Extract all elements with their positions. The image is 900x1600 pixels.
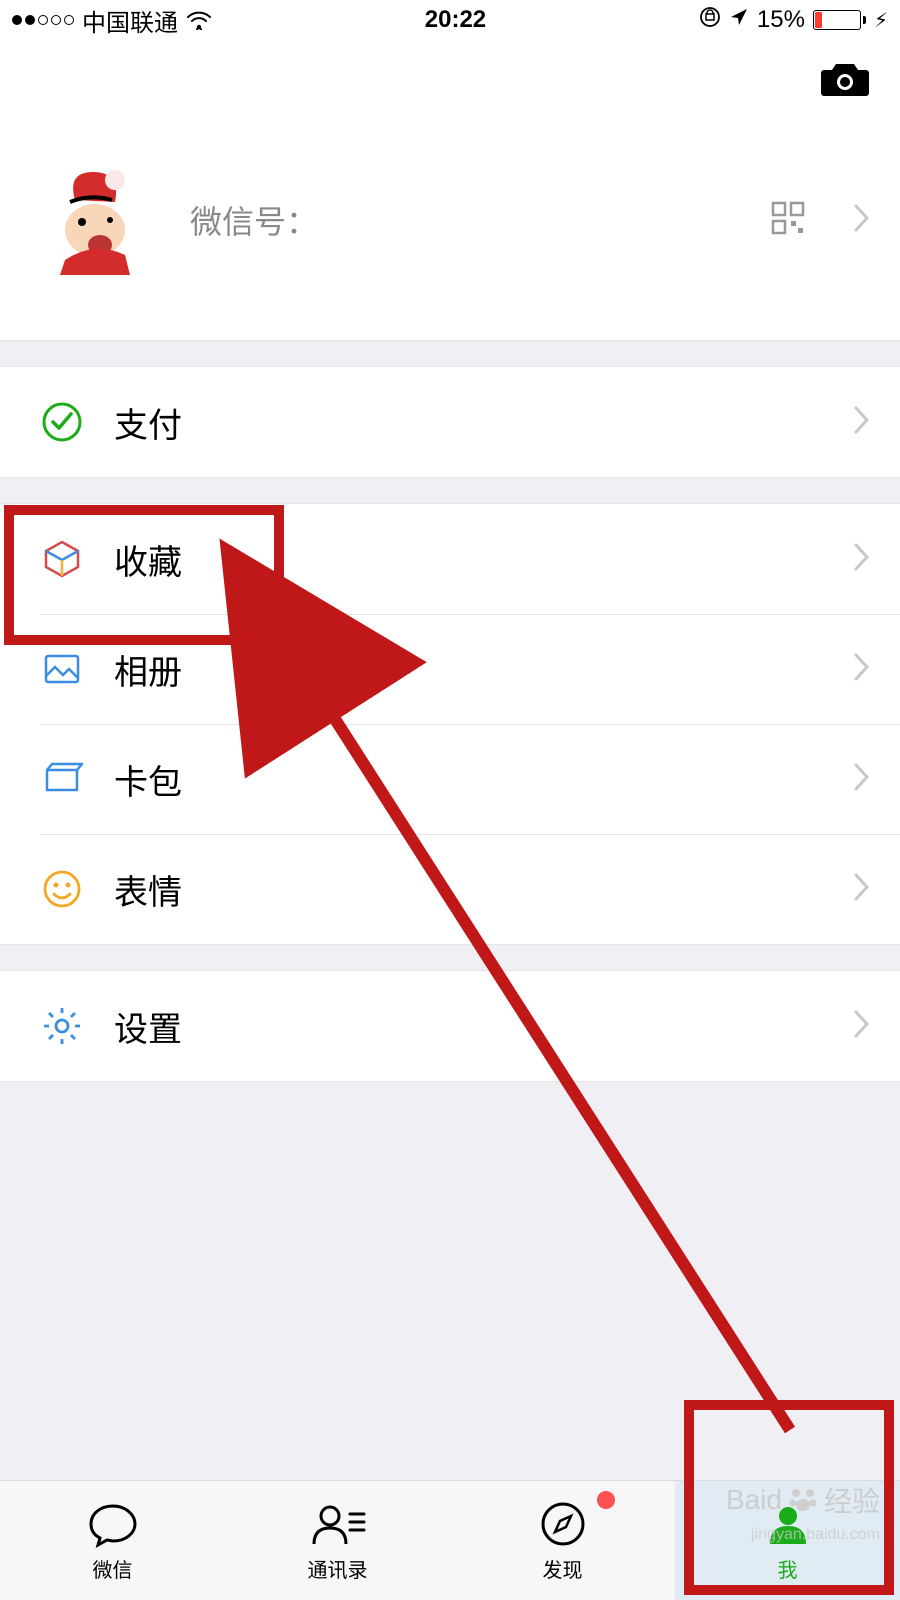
chevron-right-icon xyxy=(852,762,870,797)
contacts-icon xyxy=(310,1498,366,1550)
tab-bar: 微信 通讯录 发现 我 xyxy=(0,1480,900,1600)
pay-icon xyxy=(40,400,84,444)
carrier-label: 中国联通 xyxy=(82,3,178,38)
chevron-right-icon xyxy=(852,203,870,238)
wifi-icon xyxy=(186,10,212,30)
row-cards[interactable]: 卡包 xyxy=(0,724,900,834)
compass-icon xyxy=(538,1498,588,1550)
row-album-label: 相册 xyxy=(114,645,822,694)
camera-icon[interactable] xyxy=(820,58,870,103)
row-album[interactable]: 相册 xyxy=(0,614,900,724)
row-favorites[interactable]: 收藏 xyxy=(0,504,900,614)
qr-code-icon[interactable] xyxy=(770,200,806,241)
wechat-id-label: 微信号： xyxy=(190,197,740,243)
row-favorites-label: 收藏 xyxy=(114,535,822,584)
orientation-lock-icon xyxy=(699,6,721,35)
chat-icon xyxy=(87,1498,139,1550)
battery-icon xyxy=(813,10,866,30)
gear-icon xyxy=(40,1004,84,1048)
chevron-right-icon xyxy=(852,542,870,577)
chevron-right-icon xyxy=(852,405,870,440)
tab-me-label: 我 xyxy=(778,1554,798,1583)
charging-icon: ⚡︎ xyxy=(874,8,888,33)
stickers-icon xyxy=(40,867,84,911)
section-pay: 支付 xyxy=(0,366,900,478)
tab-wechat-label: 微信 xyxy=(93,1554,133,1583)
row-stickers[interactable]: 表情 xyxy=(0,834,900,944)
chevron-right-icon xyxy=(852,652,870,687)
avatar xyxy=(40,160,160,280)
section-collection: 收藏 相册 卡包 xyxy=(0,503,900,945)
row-settings[interactable]: 设置 xyxy=(0,971,900,1081)
row-stickers-label: 表情 xyxy=(114,865,822,914)
tab-contacts[interactable]: 通讯录 xyxy=(225,1481,450,1600)
tab-me[interactable]: 我 xyxy=(675,1481,900,1600)
row-pay[interactable]: 支付 xyxy=(0,367,900,477)
chevron-right-icon xyxy=(852,872,870,907)
profile-info: 微信号： xyxy=(190,197,740,243)
tab-discover-label: 发现 xyxy=(543,1554,583,1583)
person-icon xyxy=(764,1498,812,1550)
row-cards-label: 卡包 xyxy=(114,755,822,804)
section-settings: 设置 xyxy=(0,970,900,1082)
album-icon xyxy=(40,647,84,691)
status-time: 20:22 xyxy=(425,6,486,34)
signal-icon xyxy=(12,15,74,25)
tab-discover[interactable]: 发现 xyxy=(450,1481,675,1600)
tab-wechat[interactable]: 微信 xyxy=(0,1481,225,1600)
status-bar: 中国联通 20:22 15% ⚡︎ xyxy=(0,0,900,40)
location-icon xyxy=(729,6,749,34)
notification-badge xyxy=(597,1491,615,1509)
battery-percent: 15% xyxy=(757,6,805,34)
cards-icon xyxy=(40,757,84,801)
row-pay-label: 支付 xyxy=(114,398,822,447)
status-right: 15% ⚡︎ xyxy=(699,6,888,35)
profile-card[interactable]: 微信号： xyxy=(0,120,900,341)
status-left: 中国联通 xyxy=(12,3,212,38)
chevron-right-icon xyxy=(852,1009,870,1044)
top-bar xyxy=(0,40,900,120)
tab-contacts-label: 通讯录 xyxy=(308,1554,368,1583)
favorites-icon xyxy=(40,537,84,581)
row-settings-label: 设置 xyxy=(114,1002,822,1051)
